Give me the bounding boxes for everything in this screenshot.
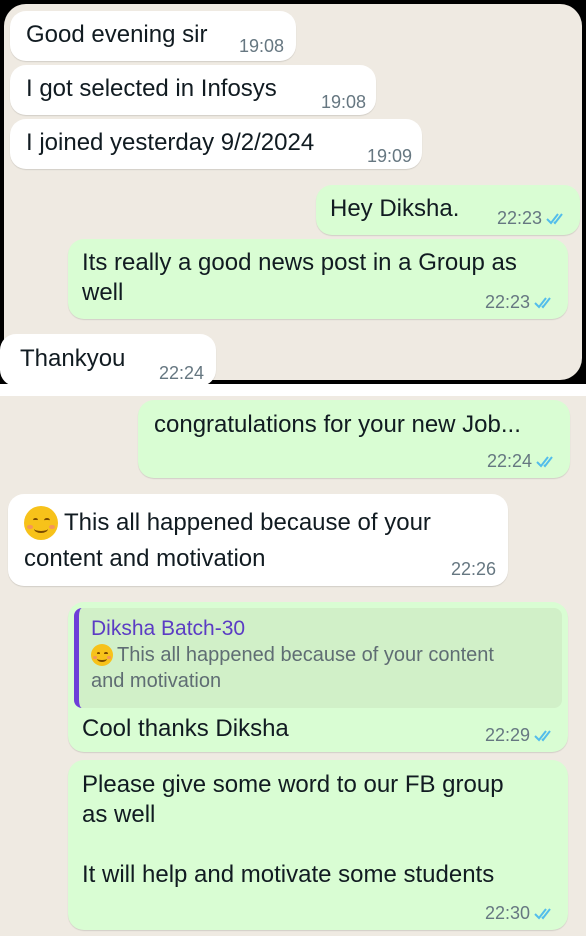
- message-text: content and motivation: [24, 545, 266, 572]
- message-text: Please give some word to our FB group as…: [82, 771, 504, 888]
- message-text: Good evening sir: [26, 21, 208, 48]
- incoming-message[interactable]: This all happened because of your conten…: [8, 494, 508, 586]
- double-check-icon: [546, 212, 568, 226]
- outgoing-message[interactable]: Please give some word to our FB group as…: [68, 760, 568, 930]
- message-time: 22:23: [484, 292, 530, 312]
- message-time: 19:08: [238, 36, 284, 56]
- message-text: I got selected in Infosys: [26, 75, 277, 102]
- message-meta: 22:23: [485, 292, 556, 313]
- outgoing-message[interactable]: Hey Diksha. 22:23: [316, 185, 580, 235]
- message-time: 22:26: [450, 559, 496, 579]
- outgoing-message[interactable]: Its really a good news post in a Group a…: [68, 239, 568, 319]
- chat-screenshot-bottom: congratulations for your new Job... 22:2…: [0, 396, 586, 936]
- double-check-icon: [536, 455, 558, 469]
- double-check-icon: [534, 907, 556, 921]
- message-time: 22:23: [496, 208, 542, 228]
- message-time: 22:29: [484, 725, 530, 745]
- message-meta: 22:23: [497, 208, 568, 229]
- message-text: congratulations for your new Job...: [154, 411, 521, 438]
- chat-screenshot-top: Good evening sir 19:08 I got selected in…: [0, 0, 586, 384]
- message-meta: 22:30: [485, 903, 556, 924]
- outgoing-message[interactable]: congratulations for your new Job... 22:2…: [138, 400, 570, 478]
- message-text: Cool thanks Diksha: [82, 715, 289, 742]
- message-text: Its really a good news post in a Group a…: [82, 249, 517, 306]
- quote-author: Diksha Batch-30: [91, 617, 246, 640]
- incoming-message[interactable]: Good evening sir 19:08: [10, 11, 296, 61]
- message-text: Hey Diksha.: [330, 195, 460, 222]
- incoming-message[interactable]: I got selected in Infosys 19:08: [10, 65, 376, 115]
- message-time: 19:09: [366, 146, 412, 166]
- quote-text: This all happened because of your conten…: [117, 644, 494, 666]
- message-time: 19:08: [320, 92, 366, 112]
- message-time: 22:24: [486, 451, 532, 471]
- message-time: 22:30: [484, 903, 530, 923]
- message-time: 22:24: [158, 363, 204, 383]
- message-text: I joined yesterday 9/2/2024: [26, 129, 315, 156]
- double-check-icon: [534, 729, 556, 743]
- screenshot-separator: [0, 384, 586, 396]
- quote-text: and motivation: [91, 670, 222, 692]
- incoming-message[interactable]: Thankyou 22:24: [0, 334, 216, 384]
- double-check-icon: [534, 296, 556, 310]
- quote-line: This all happened because of your conten…: [91, 642, 550, 668]
- message-meta: 22:24: [487, 451, 558, 472]
- message-text: This all happened because of your: [64, 509, 431, 536]
- chat-background: Good evening sir 19:08 I got selected in…: [0, 4, 582, 384]
- message-text: Thankyou: [20, 345, 126, 372]
- outgoing-message-with-reply[interactable]: Diksha Batch-30 This all happened becaus…: [68, 602, 568, 752]
- quoted-message[interactable]: Diksha Batch-30 This all happened becaus…: [74, 608, 562, 708]
- incoming-message[interactable]: I joined yesterday 9/2/2024 19:09: [10, 119, 422, 169]
- message-meta: 22:29: [485, 725, 556, 746]
- message-line: This all happened because of your: [24, 506, 431, 540]
- smiling-face-icon: [24, 506, 58, 540]
- smiling-face-icon: [91, 644, 113, 666]
